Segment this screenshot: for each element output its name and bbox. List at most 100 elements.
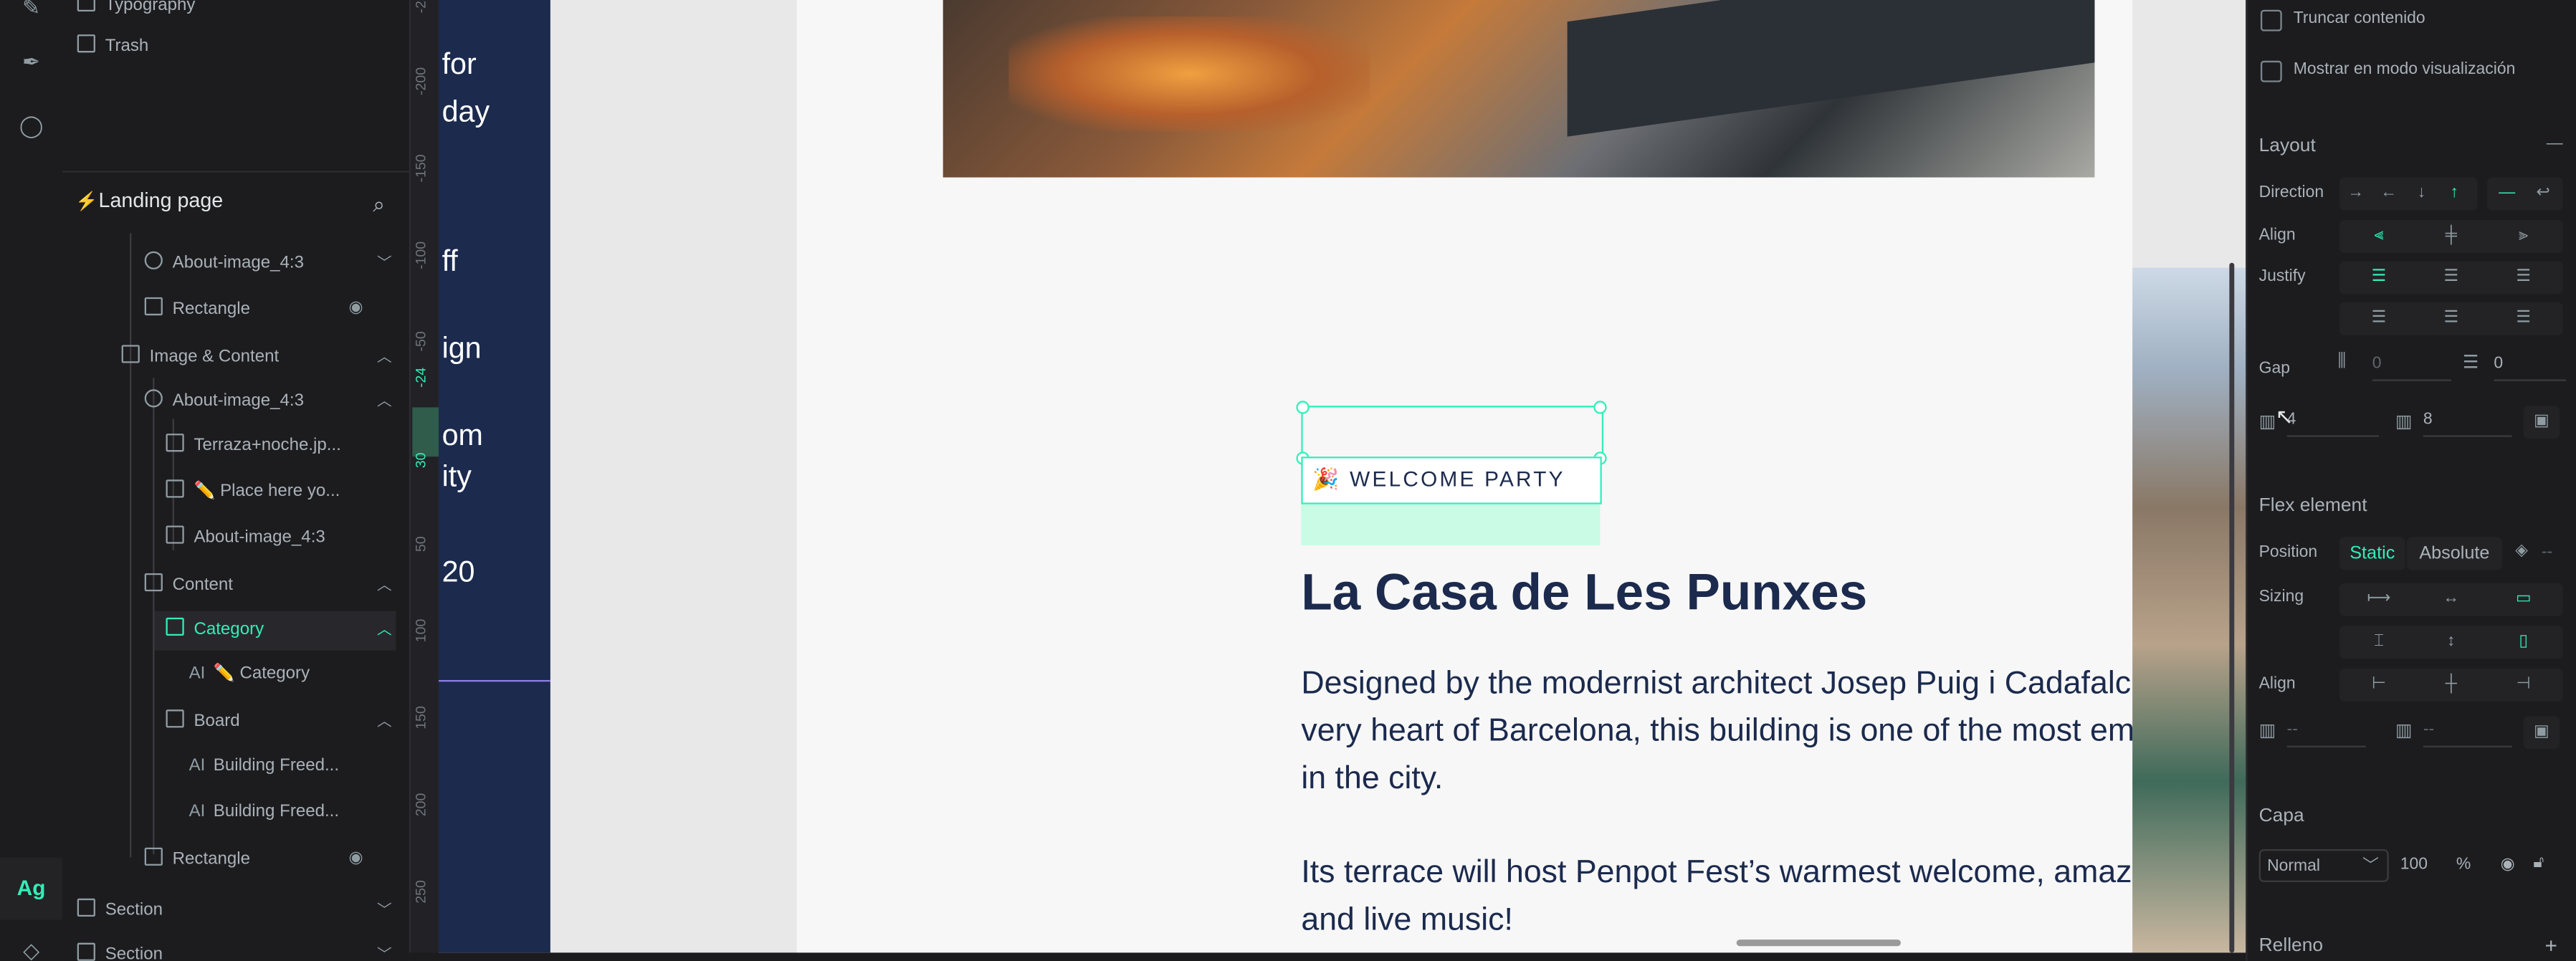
vertical-margin-input[interactable]: --	[2286, 716, 2366, 747]
layer-item-typography[interactable]: Typography	[77, 0, 195, 23]
paragraph-2[interactable]: Its terrace will host Penpot Fest’s warm…	[1301, 849, 2246, 945]
position-static-button[interactable]: Static	[2339, 537, 2405, 570]
self-align-center-icon[interactable]: ┼	[2415, 669, 2487, 702]
layer-item[interactable]: ✏️ Place here yo...	[166, 473, 340, 509]
pen-icon[interactable]: ✎	[16, 0, 46, 23]
layer-item[interactable]: Image & Content ︿	[121, 338, 396, 374]
fill-width-icon[interactable]: ↔	[2415, 583, 2487, 616]
vertical-padding-icon: ▥	[2258, 412, 2276, 432]
layer-item[interactable]: Content ︿	[144, 567, 396, 603]
page-heading[interactable]: La Casa de Les Punxes	[1301, 563, 1867, 623]
blend-mode-select[interactable]: Normal ﹀	[2258, 849, 2389, 882]
layer-item[interactable]: About-image_4:3	[166, 519, 325, 555]
justify-end-icon[interactable]: ☰	[2487, 261, 2560, 294]
eye-icon[interactable]: ◉	[2501, 856, 2515, 874]
chevron-up-icon[interactable]: ︿	[373, 611, 396, 647]
justify-label: Justify	[2258, 267, 2306, 286]
eye-icon[interactable]: ◉	[349, 291, 363, 327]
layer-item[interactable]: AI Building Freed...	[189, 747, 339, 783]
row-gap-input[interactable]: 0	[2494, 350, 2567, 381]
remove-layout-button[interactable]: —	[2547, 135, 2563, 153]
lock-icon[interactable]: 🔓︎	[2533, 854, 2544, 872]
no-wrap-button[interactable]: —	[2489, 178, 2525, 211]
chevron-up-icon[interactable]: ︿	[373, 383, 396, 419]
layer-item-trash[interactable]: Trash	[77, 28, 148, 64]
layer-item[interactable]: Section ﹀	[77, 892, 396, 928]
self-align-end-icon[interactable]: ⊣	[2487, 669, 2560, 702]
search-icon[interactable]: ⌕	[373, 192, 385, 219]
chevron-up-icon[interactable]: ︿	[373, 567, 396, 603]
horizontal-margin-input[interactable]: --	[2423, 716, 2512, 747]
independent-margin-icon[interactable]: ▣	[2523, 716, 2560, 750]
selection-box[interactable]	[1301, 406, 1604, 460]
vertical-padding-input[interactable]: 4	[2286, 406, 2379, 437]
party-lights	[1008, 16, 1370, 132]
board-icon	[166, 617, 184, 636]
show-in-view-mode-checkbox[interactable]	[2260, 60, 2282, 82]
horizontal-padding-input[interactable]: 8	[2423, 406, 2512, 437]
board-text-fragment: day	[442, 95, 490, 128]
layer-item-selected[interactable]: Category ︿	[166, 611, 396, 647]
align-start-icon[interactable]: ⫷	[2343, 220, 2415, 253]
wrap-button[interactable]: ↩	[2525, 178, 2561, 211]
column-gap-input[interactable]: 0	[2372, 350, 2451, 381]
layer-item[interactable]: About-image_4:3 ︿	[144, 383, 396, 419]
path-icon[interactable]: ✒	[16, 47, 46, 77]
resize-handle[interactable]	[1296, 401, 1310, 414]
resize-handle[interactable]	[1593, 401, 1607, 414]
fill-height-icon[interactable]: ↕	[2415, 626, 2487, 659]
justify-space-evenly-icon[interactable]: ☰	[2487, 302, 2560, 335]
chevron-down-icon[interactable]: ﹀	[373, 936, 396, 961]
horizontal-scrollbar[interactable]	[1736, 940, 1901, 947]
chevron-down-icon[interactable]: ﹀	[373, 245, 396, 281]
add-fill-button[interactable]: +	[2544, 933, 2557, 957]
vertical-scrollbar[interactable]	[2229, 262, 2235, 953]
chevron-down-icon[interactable]: ﹀	[373, 892, 396, 928]
fix-height-icon[interactable]: ⌶	[2343, 626, 2415, 659]
layer-item[interactable]: Rectangle ◉	[144, 291, 396, 327]
ruler-tick: 50	[412, 535, 429, 552]
board-text-fragment: 20	[442, 555, 475, 588]
design-canvas[interactable]: for day ff ign om ity 20 🎉 WELCOME PARTY	[438, 0, 2246, 953]
self-align-start-icon[interactable]: ⊢	[2343, 669, 2415, 702]
layer-item[interactable]: Rectangle ◉	[144, 841, 396, 877]
paragraph-1[interactable]: Designed by the modernist architect Jose…	[1301, 660, 2246, 803]
rectangle-icon	[144, 297, 163, 316]
category-tag[interactable]: 🎉 WELCOME PARTY	[1301, 456, 1602, 505]
justify-start-icon[interactable]: ☰	[2343, 261, 2415, 294]
comment-icon[interactable]: ◯	[16, 112, 46, 141]
terrace-night-photo[interactable]	[943, 0, 2095, 178]
column-gap-icon: ⫼	[2337, 351, 2347, 372]
layer-item[interactable]: AI Building Freed...	[189, 793, 339, 829]
layer-item[interactable]: Terraza+noche.jp...	[166, 427, 341, 463]
align-center-icon[interactable]: ╪	[2415, 220, 2487, 253]
layer-item[interactable]: Section ﹀	[77, 936, 396, 961]
justify-center-icon[interactable]: ☰	[2415, 261, 2487, 294]
eye-icon[interactable]: ◉	[349, 841, 363, 877]
direction-column-button[interactable]: ↓	[2405, 178, 2438, 211]
layer-item[interactable]: Board ︿	[166, 703, 396, 739]
layer-item[interactable]: About-image_4:3 ﹀	[144, 245, 396, 281]
opacity-input[interactable]: 100%	[2400, 851, 2478, 880]
chevron-up-icon[interactable]: ︿	[373, 338, 396, 374]
auto-width-icon[interactable]: ▭	[2487, 583, 2560, 616]
z-index-input[interactable]: --	[2542, 544, 2552, 562]
position-absolute-button[interactable]: Absolute	[2406, 537, 2502, 570]
typography-button[interactable]: Ag	[0, 857, 63, 920]
justify-space-around-icon[interactable]: ☰	[2415, 302, 2487, 335]
justify-space-between-icon[interactable]: ☰	[2343, 302, 2415, 335]
fix-width-icon[interactable]: ⟼	[2343, 583, 2415, 616]
landing-page-board[interactable]: 🎉 WELCOME PARTY La Casa de Les Punxes De…	[796, 0, 2246, 953]
chevron-up-icon[interactable]: ︿	[373, 703, 396, 739]
show-in-view-mode-label: Mostrar en modo visualización	[2293, 60, 2516, 80]
color-drop-icon[interactable]: ◇	[16, 936, 46, 961]
truncate-checkbox[interactable]	[2260, 9, 2282, 32]
direction-row-button[interactable]: →	[2339, 178, 2372, 211]
align-end-icon[interactable]: ⫸	[2487, 220, 2560, 253]
independent-padding-icon[interactable]: ▣	[2523, 406, 2560, 439]
neighbor-board[interactable]: for day ff ign om ity 20	[438, 0, 550, 953]
direction-column-reverse-button[interactable]: ↑	[2438, 178, 2471, 211]
layer-item[interactable]: AI ✏️ Category	[189, 656, 310, 692]
direction-row-reverse-button[interactable]: ←	[2372, 178, 2405, 211]
auto-height-icon[interactable]: ▯	[2487, 626, 2560, 659]
